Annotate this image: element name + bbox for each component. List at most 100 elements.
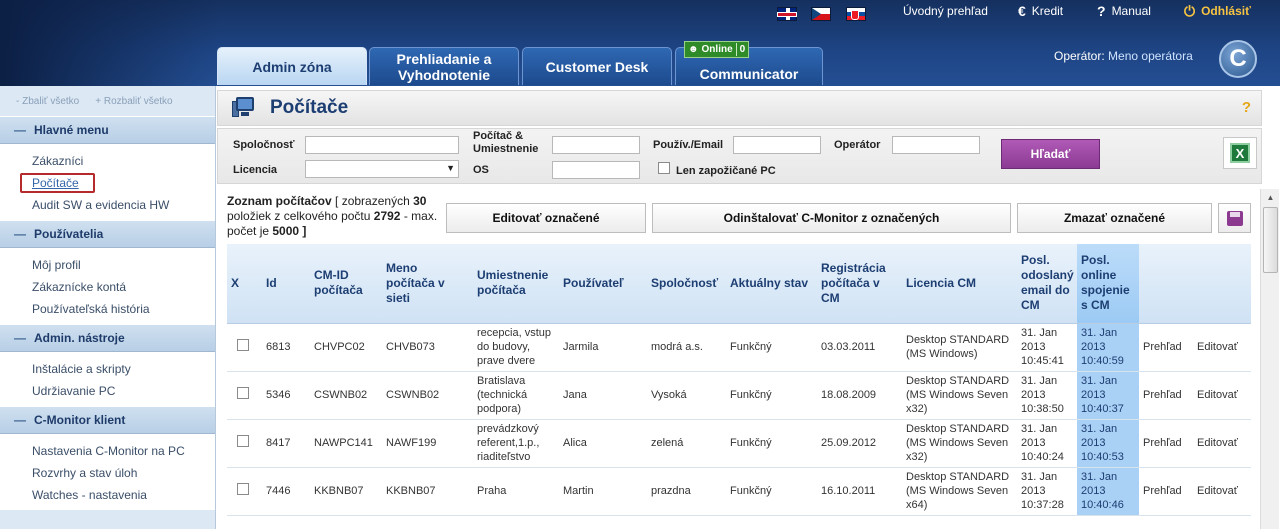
cell-last-online: 31. Jan 2013 10:40:53 xyxy=(1077,419,1139,468)
license-select[interactable] xyxy=(305,160,459,178)
col-header-id[interactable]: Id xyxy=(262,244,310,324)
overview-link[interactable]: Prehľad xyxy=(1139,323,1193,372)
edit-link[interactable]: Editovať xyxy=(1193,419,1251,468)
col-header-user[interactable]: Používateľ xyxy=(559,244,647,324)
online-status-badge[interactable]: ☻ Online 0 xyxy=(684,41,750,58)
question-icon: ? xyxy=(1097,3,1106,19)
loaned-pc-label: Len zapožičané PC xyxy=(676,165,776,177)
col-header-registration[interactable]: Registrácia počítača v CM xyxy=(817,244,902,324)
scroll-up-arrow-icon[interactable]: ▲ xyxy=(1261,189,1280,206)
col-header-location[interactable]: Umiestnenie počítača xyxy=(473,244,559,324)
page-header: Počítače ? xyxy=(217,90,1262,126)
sidebar-section-users[interactable]: — Používatelia xyxy=(0,220,215,248)
home-overview-link[interactable]: Úvodný prehľad xyxy=(903,4,988,18)
cell-id: 6813 xyxy=(262,323,310,372)
expand-all-label: Rozbaliť všetko xyxy=(103,95,173,107)
help-icon[interactable]: ? xyxy=(1242,99,1251,116)
edit-link[interactable]: Editovať xyxy=(1193,323,1251,372)
cell-location: Bratislava (technická podpora) xyxy=(473,371,559,420)
sidebar-section-admin-tools[interactable]: — Admin. nástroje xyxy=(0,324,215,352)
collapse-all-link[interactable]: - Zbaliť všetko xyxy=(16,96,79,107)
col-header-license[interactable]: Licencia CM xyxy=(902,244,1017,324)
sidebar-toggle-bar: - Zbaliť všetko + Rozbaliť všetko xyxy=(0,86,215,116)
user-email-input[interactable] xyxy=(733,136,821,154)
list-max-count: 5000 xyxy=(272,224,300,238)
sidebar-item-cmonitor-settings[interactable]: Nastavenia C-Monitor na PC xyxy=(0,440,215,462)
overview-link[interactable]: Prehľad xyxy=(1139,419,1193,468)
operator-filter-input[interactable] xyxy=(892,136,980,154)
sidebar-item-pc-maintenance[interactable]: Udržiavanie PC xyxy=(0,380,215,402)
uninstall-selected-button[interactable]: Odinštalovať C-Monitor z označených xyxy=(652,203,1011,233)
tab-admin-zone[interactable]: Admin zóna xyxy=(217,47,367,85)
company-input[interactable] xyxy=(305,136,459,154)
col-header-company[interactable]: Spoločnosť xyxy=(647,244,726,324)
flag-uk-icon[interactable] xyxy=(777,7,797,21)
sidebar-section-cmonitor-client[interactable]: — C-Monitor klient xyxy=(0,406,215,434)
tab-customer-desk[interactable]: Customer Desk xyxy=(522,47,672,85)
delete-selected-button[interactable]: Zmazať označené xyxy=(1017,203,1212,233)
sidebar-item-computers[interactable]: Počítače xyxy=(0,172,215,194)
sidebar-section-main-menu[interactable]: — Hlavné menu xyxy=(0,116,215,144)
table-row: 5346 CSWNB02 CSWNB02 Bratislava (technic… xyxy=(227,371,1251,420)
col-header-state[interactable]: Aktuálny stav xyxy=(726,244,817,324)
flag-sk-icon[interactable] xyxy=(846,7,866,21)
list-total-prefix: položiek z celkového počtu xyxy=(227,209,371,223)
edit-link[interactable]: Editovať xyxy=(1193,371,1251,420)
row-checkbox[interactable] xyxy=(237,483,249,495)
search-button[interactable]: Hľadať xyxy=(1001,139,1100,169)
sidebar-item-customer-accounts[interactable]: Zákaznícke kontá xyxy=(0,276,215,298)
collapse-dash-icon: — xyxy=(14,331,26,345)
flag-cz-icon[interactable] xyxy=(811,7,831,21)
sidebar-item-my-profile[interactable]: Môj profil xyxy=(0,254,215,276)
credit-link[interactable]: € Kredit xyxy=(1018,4,1063,18)
cell-location: prevádzkový referent,1.p., riaditeľstvo xyxy=(473,419,559,468)
save-icon xyxy=(1226,210,1243,226)
cell-last-online: 31. Jan 2013 10:40:46 xyxy=(1077,467,1139,516)
manual-link[interactable]: ? Manual xyxy=(1097,4,1151,18)
tab-review[interactable]: Prehliadanie a Vyhodnotenie xyxy=(369,47,519,85)
top-bar: Úvodný prehľad € Kredit ? Manual ⏻ Odhlásiť… xyxy=(0,0,1280,86)
sidebar-item-user-history[interactable]: Používateľská história xyxy=(0,298,215,320)
sidebar-item-watches[interactable]: Watches - nastavenia xyxy=(0,484,215,506)
computer-label: Počítač & Umiestnenie xyxy=(473,130,539,155)
cell-company: Vysoká xyxy=(647,371,726,420)
col-header-cmid[interactable]: CM-ID počítača xyxy=(310,244,382,324)
table-row: 8417 NAWPC141 NAWF199 prevádzkový refere… xyxy=(227,419,1251,468)
os-input[interactable] xyxy=(552,161,640,179)
logout-link[interactable]: ⏻ Odhlásiť xyxy=(1184,4,1251,18)
loaned-pc-checkbox[interactable] xyxy=(658,162,670,174)
edit-selected-button[interactable]: Editovať označené xyxy=(446,203,646,233)
overview-link[interactable]: Prehľad xyxy=(1139,467,1193,516)
scrollbar-thumb[interactable] xyxy=(1263,207,1278,273)
row-checkbox[interactable] xyxy=(237,435,249,447)
sidebar-item-audit[interactable]: Audit SW a evidencia HW xyxy=(0,194,215,216)
expand-all-link[interactable]: + Rozbaliť všetko xyxy=(95,96,172,107)
top-bar-glow xyxy=(0,0,220,86)
computer-input[interactable] xyxy=(552,136,640,154)
col-header-select[interactable]: X xyxy=(227,244,262,324)
cell-registration: 18.08.2009 xyxy=(817,371,902,420)
manual-label: Manual xyxy=(1111,4,1151,18)
sidebar-section-title: Hlavné menu xyxy=(34,123,109,137)
edit-link[interactable]: Editovať xyxy=(1193,467,1251,516)
company-label: Spoločnosť xyxy=(233,139,295,151)
cell-license: Desktop STANDARD (MS Windows Seven x64) xyxy=(902,467,1017,516)
cell-company: prazdna xyxy=(647,467,726,516)
cell-registration: 16.10.2011 xyxy=(817,467,902,516)
logo-letter: C xyxy=(1229,45,1247,72)
col-header-last-email[interactable]: Posl. odoslaný email do CM xyxy=(1017,244,1077,324)
sidebar-item-customers[interactable]: Zákazníci xyxy=(0,150,215,172)
col-header-network-name[interactable]: Meno počítača v sieti xyxy=(382,244,473,324)
cell-cmid: CHVPC02 xyxy=(310,323,382,372)
save-button[interactable] xyxy=(1218,203,1251,233)
overview-link[interactable]: Prehľad xyxy=(1139,371,1193,420)
sidebar-item-installations[interactable]: Inštalácie a skripty xyxy=(0,358,215,380)
cell-network-name: CHVB073 xyxy=(382,323,473,372)
row-checkbox[interactable] xyxy=(237,387,249,399)
row-checkbox[interactable] xyxy=(237,339,249,351)
vertical-scrollbar[interactable]: ▲ xyxy=(1260,189,1279,529)
excel-export-button[interactable]: X xyxy=(1223,137,1257,169)
row-select-cell xyxy=(227,371,262,420)
col-header-last-online[interactable]: Posl. online spojenie s CM xyxy=(1077,244,1139,324)
sidebar-item-schedules[interactable]: Rozvrhy a stav úloh xyxy=(0,462,215,484)
